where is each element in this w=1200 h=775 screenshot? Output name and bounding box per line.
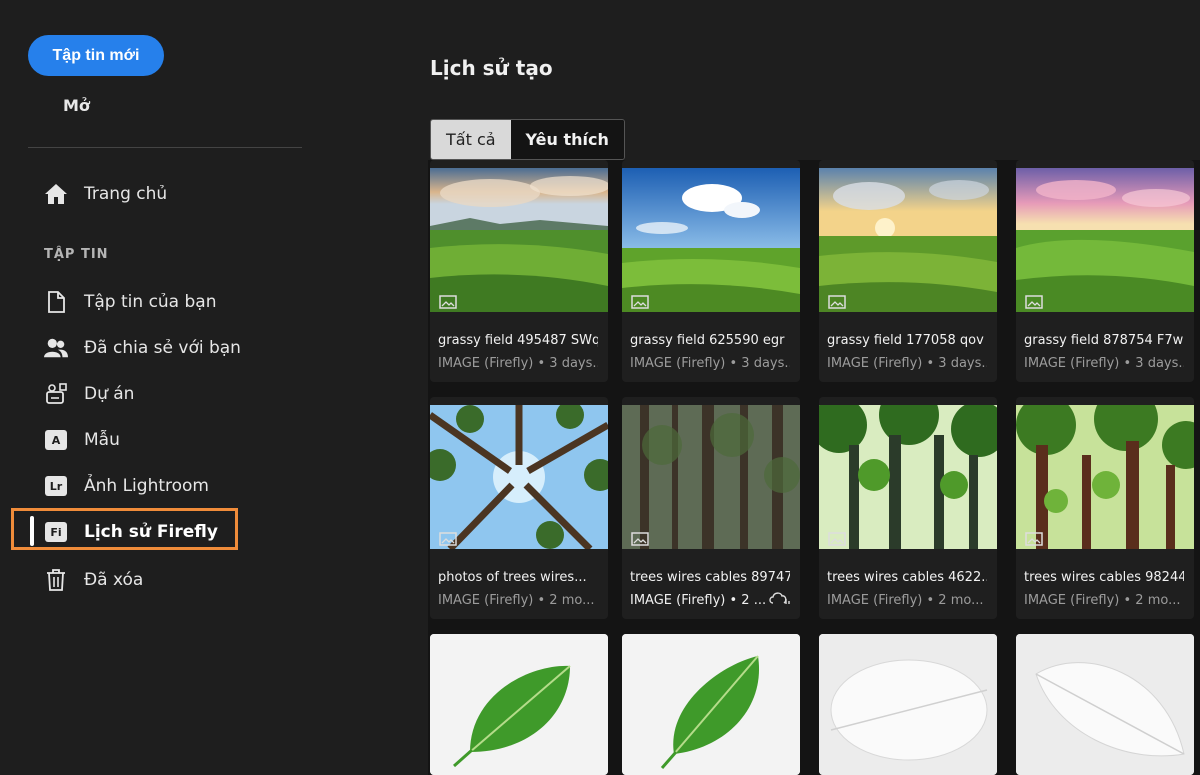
- image-gallery: grassy field 495487 SWq IMAGE (Firefly) …: [428, 160, 1200, 775]
- image-card[interactable]: [622, 634, 800, 775]
- card-title: trees wires cables 89747...: [630, 570, 790, 585]
- thumbnail: [622, 405, 800, 549]
- card-meta: IMAGE (Firefly) • 2 mo...: [827, 593, 984, 608]
- sidebar-item-projects[interactable]: Dự án: [44, 379, 134, 409]
- sidebar-item-your-files[interactable]: Tập tin của bạn: [44, 287, 217, 317]
- thumbnail: [819, 405, 997, 549]
- thumbnail: [1016, 405, 1194, 549]
- image-card[interactable]: [819, 634, 997, 775]
- card-title: trees wires cables 98244...: [1024, 570, 1184, 585]
- sidebar-item-home[interactable]: Trang chủ: [44, 179, 167, 209]
- card-title: trees wires cables 4622...: [827, 570, 987, 585]
- trash-icon: [44, 568, 68, 592]
- card-title: grassy field 878754 F7w: [1024, 333, 1184, 348]
- file-icon: [44, 290, 68, 314]
- image-type-icon: [828, 294, 846, 309]
- sidebar: Tập tin mới Mở Trang chủ TẬP TIN Tập tin…: [0, 0, 330, 775]
- image-card[interactable]: [1016, 634, 1194, 775]
- card-meta: IMAGE (Firefly) • 2 mo...: [1024, 593, 1181, 608]
- cloud-sync-icon: [768, 590, 790, 606]
- card-title: grassy field 177058 qov: [827, 333, 984, 348]
- page-title: Lịch sử tạo: [430, 56, 553, 80]
- card-title: grassy field 625590 egr: [630, 333, 785, 348]
- image-type-icon: [631, 294, 649, 309]
- sidebar-item-label: Tập tin của bạn: [84, 292, 217, 312]
- thumbnail: [430, 405, 608, 549]
- open-link[interactable]: Mở: [63, 96, 90, 115]
- lightroom-badge: Lr: [45, 476, 67, 496]
- image-card[interactable]: grassy field 625590 egr IMAGE (Firefly) …: [622, 160, 800, 382]
- new-file-button[interactable]: Tập tin mới: [28, 35, 164, 76]
- image-type-icon: [1025, 294, 1043, 309]
- highlight-box: [11, 508, 238, 550]
- main-content: Lịch sử tạo Tất cả Yêu thích grassy fiel…: [330, 0, 1200, 775]
- sidebar-item-label: Mẫu: [84, 430, 120, 450]
- sidebar-item-shared-with-you[interactable]: Đã chia sẻ với bạn: [44, 333, 241, 363]
- card-title: photos of trees wires...: [438, 570, 587, 585]
- sidebar-item-label: Đã chia sẻ với bạn: [84, 338, 241, 358]
- image-card[interactable]: grassy field 495487 SWq IMAGE (Firefly) …: [430, 160, 608, 382]
- sidebar-item-deleted[interactable]: Đã xóa: [44, 565, 143, 595]
- image-card[interactable]: trees wires cables 89747... IMAGE (Firef…: [622, 397, 800, 619]
- image-type-icon: [1025, 531, 1043, 546]
- card-meta: IMAGE (Firefly) • 3 days...: [1024, 356, 1184, 371]
- image-type-icon: [631, 531, 649, 546]
- image-card[interactable]: grassy field 878754 F7w IMAGE (Firefly) …: [1016, 160, 1194, 382]
- template-badge: A: [45, 430, 67, 450]
- image-card[interactable]: grassy field 177058 qov IMAGE (Firefly) …: [819, 160, 997, 382]
- lightroom-icon: Lr: [44, 474, 68, 498]
- thumbnail: [819, 634, 997, 775]
- image-card[interactable]: trees wires cables 4622... IMAGE (Firefl…: [819, 397, 997, 619]
- sidebar-divider: [28, 147, 302, 148]
- thumbnail: [430, 634, 608, 775]
- sidebar-item-lightroom[interactable]: Lr Ảnh Lightroom: [44, 471, 209, 501]
- image-card[interactable]: photos of trees wires... IMAGE (Firefly)…: [430, 397, 608, 619]
- thumbnail: [1016, 168, 1194, 312]
- sidebar-item-templates[interactable]: A Mẫu: [44, 425, 120, 455]
- card-meta: IMAGE (Firefly) • 3 days...: [630, 356, 790, 371]
- sidebar-item-label: Dự án: [84, 384, 135, 404]
- sidebar-item-label: Đã xóa: [84, 570, 144, 590]
- filter-tabs: Tất cả Yêu thích: [430, 119, 625, 160]
- image-type-icon: [828, 531, 846, 546]
- tab-all[interactable]: Tất cả: [431, 120, 511, 159]
- thumbnail: [622, 168, 800, 312]
- sidebar-item-label: Trang chủ: [84, 184, 168, 204]
- thumbnail: [622, 634, 800, 775]
- sidebar-item-label: Ảnh Lightroom: [84, 476, 209, 496]
- template-icon: A: [44, 428, 68, 452]
- thumbnail: [1016, 634, 1194, 775]
- thumbnail: [819, 168, 997, 312]
- card-title: grassy field 495487 SWq: [438, 333, 598, 348]
- thumbnail: [430, 168, 608, 312]
- image-type-icon: [439, 294, 457, 309]
- home-icon: [44, 182, 68, 206]
- project-icon: [44, 382, 68, 406]
- shared-users-icon: [44, 336, 68, 360]
- card-meta: IMAGE (Firefly) • 2 mo...: [438, 593, 595, 608]
- image-card[interactable]: trees wires cables 98244... IMAGE (Firef…: [1016, 397, 1194, 619]
- card-meta: IMAGE (Firefly) • 3 days...: [438, 356, 598, 371]
- section-label-files: TẬP TIN: [44, 247, 109, 262]
- tab-favorites[interactable]: Yêu thích: [510, 120, 624, 159]
- card-meta: IMAGE (Firefly) • 3 days...: [827, 356, 987, 371]
- card-meta: IMAGE (Firefly) • 2 ...: [630, 593, 767, 608]
- image-type-icon: [439, 531, 457, 546]
- image-card[interactable]: [430, 634, 608, 775]
